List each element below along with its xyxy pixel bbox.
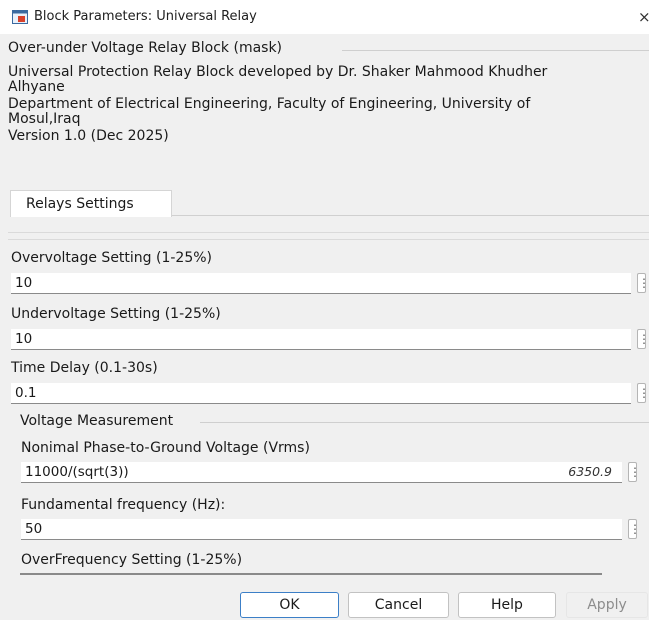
description-line: Alhyane — [8, 79, 65, 95]
undervoltage-value: 10 — [15, 331, 33, 347]
section-divider — [8, 232, 649, 233]
close-icon[interactable]: × — [638, 8, 649, 26]
frequency-label: Fundamental frequency (Hz): — [21, 497, 226, 513]
mask-heading: Over-under Voltage Relay Block (mask) — [8, 40, 283, 56]
nominal-voltage-evaluated: 6350.9 — [568, 464, 612, 479]
nominal-voltage-label: Nonimal Phase-to-Ground Voltage (Vrms) — [21, 440, 310, 456]
description-line: Department of Electrical Engineering, Fa… — [8, 96, 531, 112]
overfrequency-label: OverFrequency Setting (1-25%) — [21, 552, 243, 568]
tab-bar: Relays Settings — [8, 190, 649, 217]
nominal-voltage-value: 11000/(sqrt(3)) — [25, 464, 129, 480]
time-delay-menu-icon[interactable]: ⋮ — [637, 383, 649, 403]
nominal-voltage-input[interactable]: 11000/(sqrt(3)) 6350.9 — [21, 462, 622, 483]
cancel-button[interactable]: Cancel — [348, 592, 449, 618]
frequency-input[interactable]: 50 — [21, 519, 622, 540]
ok-button[interactable]: OK — [240, 592, 339, 618]
frequency-menu-icon[interactable]: ⋮ — [628, 519, 641, 539]
simulink-block-icon — [12, 10, 28, 24]
group-divider — [342, 50, 649, 51]
group-divider — [200, 422, 649, 423]
tab-relays-settings[interactable]: Relays Settings — [10, 190, 172, 217]
voltage-measurement-legend: Voltage Measurement — [20, 413, 174, 429]
nominal-voltage-menu-icon[interactable]: ⋮ — [628, 462, 641, 482]
time-delay-value: 0.1 — [15, 385, 37, 401]
help-button[interactable]: Help — [458, 592, 556, 618]
window-title: Block Parameters: Universal Relay — [34, 9, 257, 24]
overvoltage-menu-icon[interactable]: ⋮ — [637, 273, 649, 293]
horizontal-scrollbar[interactable] — [20, 573, 602, 575]
title-bar: Block Parameters: Universal Relay × — [0, 0, 649, 34]
time-delay-input[interactable]: 0.1 — [11, 383, 631, 404]
undervoltage-input[interactable]: 10 — [11, 329, 631, 350]
overvoltage-input[interactable]: 10 — [11, 273, 631, 294]
overvoltage-label: Overvoltage Setting (1-25%) — [11, 250, 213, 266]
apply-button[interactable]: Apply — [566, 592, 648, 618]
frequency-value: 50 — [25, 521, 43, 537]
description-line: Version 1.0 (Dec 2025) — [8, 128, 169, 144]
description-line: Mosul,Iraq — [8, 111, 81, 127]
time-delay-label: Time Delay (0.1-30s) — [11, 360, 158, 376]
section-divider — [8, 239, 649, 240]
undervoltage-menu-icon[interactable]: ⋮ — [637, 329, 649, 349]
tab-divider — [172, 215, 649, 216]
undervoltage-label: Undervoltage Setting (1-25%) — [11, 306, 221, 322]
tab-label: Relays Settings — [26, 196, 134, 212]
overvoltage-value: 10 — [15, 275, 33, 291]
description-line: Universal Protection Relay Block develop… — [8, 64, 548, 80]
